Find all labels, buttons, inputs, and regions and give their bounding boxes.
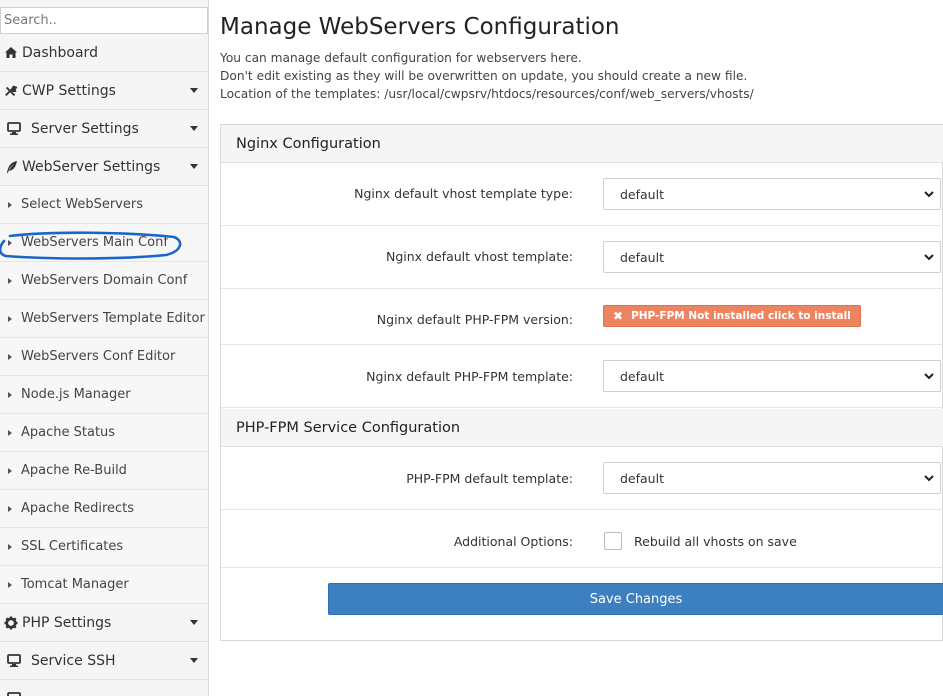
select-value: default — [620, 470, 664, 486]
caret-right-icon — [8, 581, 12, 588]
sidebar-subitem-ssl-certificates[interactable]: SSL Certificates — [0, 528, 208, 566]
field-label: PHP-FPM default template: — [406, 471, 573, 486]
chevron-down-icon — [924, 475, 934, 482]
sidebar-item-label: CWP Settings — [22, 82, 116, 99]
sidebar-item-server-settings[interactable]: Server Settings — [0, 110, 208, 148]
gear-icon — [4, 616, 18, 630]
nginx-vhost-template-type-select[interactable]: default — [603, 178, 941, 210]
sidebar-subitem-label: Tomcat Manager — [21, 577, 129, 592]
caret-right-icon — [8, 239, 12, 246]
home-icon — [4, 46, 18, 59]
sidebar-subitem-apache-status[interactable]: Apache Status — [0, 414, 208, 452]
phpfpm-default-template-select[interactable]: default — [603, 462, 941, 494]
caret-right-icon — [8, 201, 12, 208]
sidebar-subitem-nodejs-manager[interactable]: Node.js Manager — [0, 376, 208, 414]
caret-right-icon — [8, 505, 12, 512]
sidebar-subitem-label: WebServers Domain Conf — [21, 273, 188, 288]
select-value: default — [620, 249, 664, 265]
monitor-icon — [7, 122, 21, 135]
caret-right-icon — [8, 543, 12, 550]
sidebar-subitem-label: Select WebServers — [21, 197, 143, 212]
sidebar-subitem-webservers-main-conf[interactable]: WebServers Main Conf — [0, 224, 208, 262]
sidebar-item-label: PHP Settings — [22, 614, 112, 631]
sidebar-item-label: Server Settings — [31, 120, 139, 137]
sidebar-subitem-webservers-domain-conf[interactable]: WebServers Domain Conf — [0, 262, 208, 300]
search-box — [0, 7, 208, 34]
caret-right-icon — [8, 467, 12, 474]
sidebar: Dashboard CWP Settings Server Settings W… — [0, 0, 209, 696]
sidebar-item-cwp-settings[interactable]: CWP Settings — [0, 72, 208, 110]
field-label: Nginx default PHP-FPM version: — [376, 312, 573, 327]
chevron-down-icon — [190, 126, 198, 131]
sidebar-subitem-label: WebServers Main Conf — [21, 235, 168, 250]
rebuild-vhosts-checkbox[interactable] — [604, 532, 622, 550]
feather-icon — [4, 160, 18, 174]
form-row: Additional Options: Rebuild all vhosts o… — [221, 510, 943, 568]
chevron-down-icon — [190, 658, 198, 663]
field-label: Nginx default vhost template type: — [354, 186, 573, 201]
sidebar-subitem-webservers-conf-editor[interactable]: WebServers Conf Editor — [0, 338, 208, 376]
checkbox-label: Rebuild all vhosts on save — [634, 534, 797, 549]
tools-icon — [4, 84, 18, 98]
sidebar-subitem-label: WebServers Template Editor — [21, 311, 205, 326]
form-row: Nginx default vhost template: default — [221, 226, 943, 289]
config-panel: Nginx Configuration Nginx default vhost … — [220, 124, 943, 641]
sidebar-subitem-label: Apache Status — [21, 425, 116, 440]
sidebar-item-php-settings[interactable]: PHP Settings — [0, 604, 208, 642]
nginx-phpfpm-template-select[interactable]: default — [603, 360, 941, 392]
sidebar-subitem-label: Apache Re-Build — [21, 463, 127, 478]
chevron-down-icon — [190, 88, 198, 93]
sidebar-subitem-webservers-template-editor[interactable]: WebServers Template Editor — [0, 300, 208, 338]
caret-right-icon — [8, 429, 12, 436]
chevron-down-icon — [190, 164, 198, 169]
description-line: Don't edit existing as they will be over… — [220, 69, 748, 83]
monitor-icon — [7, 692, 21, 696]
sidebar-item-service-ssh[interactable]: Service SSH — [0, 642, 208, 680]
sidebar-subitem-apache-redirects[interactable]: Apache Redirects — [0, 490, 208, 528]
chevron-down-icon — [924, 191, 934, 198]
sidebar-subitem-label: Apache Redirects — [21, 501, 135, 516]
page-title: Manage WebServers Configuration — [220, 14, 620, 40]
sidebar-item-label: Service SSH — [31, 652, 116, 669]
sidebar-item-partial[interactable] — [0, 680, 208, 696]
caret-right-icon — [8, 353, 12, 360]
form-row: PHP-FPM default template: default — [221, 447, 943, 510]
description-line: Location of the templates: /usr/local/cw… — [220, 87, 754, 101]
monitor-icon — [7, 654, 21, 667]
field-label: Nginx default vhost template: — [386, 249, 573, 264]
select-value: default — [620, 186, 664, 202]
sidebar-subitem-label: WebServers Conf Editor — [21, 349, 176, 364]
caret-right-icon — [8, 277, 12, 284]
form-row: Nginx default PHP-FPM template: default — [221, 345, 943, 408]
phpfpm-section-heading: PHP-FPM Service Configuration — [221, 409, 943, 447]
sidebar-item-webserver-settings[interactable]: WebServer Settings — [0, 148, 208, 186]
sidebar-subitem-select-webservers[interactable]: Select WebServers — [0, 186, 208, 224]
nginx-vhost-template-select[interactable]: default — [603, 241, 941, 273]
description-line: You can manage default configuration for… — [220, 51, 582, 65]
search-input[interactable] — [0, 7, 208, 34]
save-changes-button[interactable]: Save Changes — [328, 583, 943, 615]
chevron-down-icon — [190, 620, 198, 625]
sidebar-item-label: Dashboard — [22, 44, 98, 61]
close-icon: ✖ — [613, 309, 624, 323]
caret-right-icon — [8, 315, 12, 322]
select-value: default — [620, 368, 664, 384]
button-label: PHP-FPM Not installed click to install — [631, 310, 851, 322]
form-row: Nginx default vhost template type: defau… — [221, 163, 943, 226]
field-label: Nginx default PHP-FPM template: — [366, 369, 573, 384]
chevron-down-icon — [924, 254, 934, 261]
nginx-section-heading: Nginx Configuration — [221, 125, 943, 163]
sidebar-subitem-apache-rebuild[interactable]: Apache Re-Build — [0, 452, 208, 490]
chevron-down-icon — [924, 373, 934, 380]
sidebar-subitem-label: Node.js Manager — [21, 387, 131, 402]
sidebar-item-label: WebServer Settings — [22, 158, 161, 175]
form-row: Nginx default PHP-FPM version: ✖ PHP-FPM… — [221, 289, 943, 345]
sidebar-subitem-label: SSL Certificates — [21, 539, 124, 554]
field-label: Additional Options: — [453, 534, 573, 549]
sidebar-subitem-tomcat-manager[interactable]: Tomcat Manager — [0, 566, 208, 604]
caret-right-icon — [8, 391, 12, 398]
install-phpfpm-button[interactable]: ✖ PHP-FPM Not installed click to install — [603, 305, 861, 327]
sidebar-item-dashboard[interactable]: Dashboard — [0, 34, 208, 72]
